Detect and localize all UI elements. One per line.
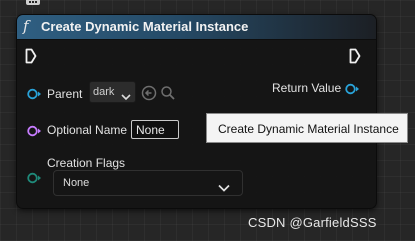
browse-magnifier-icon[interactable] xyxy=(160,85,176,101)
node-header[interactable]: f Create Dynamic Material Instance xyxy=(17,15,376,40)
optional-name-input[interactable]: None xyxy=(131,120,179,139)
optional-name-value: None xyxy=(136,123,165,137)
chevron-down-icon xyxy=(121,88,131,106)
more-dots-icon xyxy=(26,0,40,5)
creation-flags-dropdown[interactable]: None xyxy=(53,170,243,196)
optional-name-pin[interactable] xyxy=(27,124,43,142)
creation-flags-label: Creation Flags xyxy=(47,156,126,170)
parent-label: Parent xyxy=(47,87,83,101)
watermark: CSDN @GarfieldSSS xyxy=(248,215,377,230)
exec-in-pin-icon[interactable] xyxy=(25,48,37,64)
tooltip-text: Create Dynamic Material Instance xyxy=(218,122,399,136)
exec-out-pin-icon[interactable] xyxy=(349,48,361,64)
node-title: Create Dynamic Material Instance xyxy=(41,19,249,34)
return-value-label: Return Value xyxy=(272,81,342,95)
tooltip: Create Dynamic Material Instance xyxy=(206,113,408,143)
use-selected-asset-icon[interactable] xyxy=(141,85,157,101)
function-icon: f xyxy=(23,17,29,35)
parent-pin[interactable] xyxy=(27,87,43,105)
optional-name-label: Optional Name xyxy=(47,123,128,137)
return-value-pin[interactable] xyxy=(345,82,361,100)
parent-asset-combo[interactable]: dark xyxy=(89,81,136,103)
creation-flags-value: None xyxy=(63,177,90,189)
creation-flags-pin[interactable] xyxy=(27,171,43,189)
chevron-down-icon xyxy=(218,179,230,197)
parent-asset-value: dark xyxy=(93,86,115,98)
